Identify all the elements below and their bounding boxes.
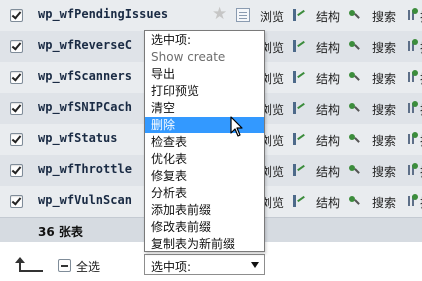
search-icon[interactable] <box>348 39 361 52</box>
browse-link[interactable]: 浏览 <box>260 8 284 25</box>
browse-icon[interactable] <box>236 8 250 22</box>
dropdown-option[interactable]: 修复表 <box>145 168 264 184</box>
search-link[interactable]: 搜索 <box>372 70 396 87</box>
structure-link[interactable]: 结构 <box>316 101 340 118</box>
insert-icon[interactable] <box>406 194 418 207</box>
structure-link[interactable]: 结构 <box>316 132 340 149</box>
row-checkbox[interactable] <box>10 164 23 177</box>
structure-link[interactable]: 结构 <box>316 8 340 25</box>
dropdown-option[interactable]: 清空 <box>145 100 264 116</box>
search-icon[interactable] <box>348 70 361 83</box>
structure-icon[interactable] <box>292 132 305 145</box>
structure-link[interactable]: 结构 <box>316 39 340 56</box>
structure-icon[interactable] <box>292 163 305 176</box>
insert-icon[interactable] <box>406 163 418 176</box>
search-link[interactable]: 搜索 <box>372 163 396 180</box>
search-icon[interactable] <box>348 101 361 114</box>
search-link[interactable]: 搜索 <box>372 8 396 25</box>
search-icon[interactable] <box>348 8 361 21</box>
select-all-checkbox[interactable] <box>58 259 71 272</box>
search-link[interactable]: 搜索 <box>372 101 396 118</box>
mouse-cursor-icon <box>230 116 243 137</box>
structure-link[interactable]: 结构 <box>316 194 340 211</box>
search-icon[interactable] <box>348 194 361 207</box>
dropdown-option[interactable]: 修改表前缀 <box>145 219 264 235</box>
search-link[interactable]: 搜索 <box>372 39 396 56</box>
row-checkbox[interactable] <box>10 195 23 208</box>
table-count: 36 张表 <box>38 225 83 239</box>
structure-icon[interactable] <box>292 39 305 52</box>
dropdown-option[interactable]: 导出 <box>145 66 264 82</box>
dropdown-option[interactable]: 选中项: <box>145 32 264 48</box>
structure-link[interactable]: 结构 <box>316 163 340 180</box>
row-checkbox[interactable] <box>10 71 23 84</box>
structure-icon[interactable] <box>292 101 305 114</box>
dropdown-option[interactable]: 添加表前缀 <box>145 202 264 218</box>
insert-icon[interactable] <box>406 39 418 52</box>
search-link[interactable]: 搜索 <box>372 132 396 149</box>
dropdown-option[interactable]: 检查表 <box>145 134 264 150</box>
row-actions: ★ 浏览 结构 搜索 插 <box>212 0 422 31</box>
search-icon[interactable] <box>348 132 361 145</box>
dropdown-option-selected[interactable]: 删除 <box>145 117 264 133</box>
arrow-up-icon <box>15 257 43 273</box>
dropdown-option[interactable]: 优化表 <box>145 151 264 167</box>
star-icon[interactable]: ★ <box>212 6 227 23</box>
dropdown-option[interactable]: 复制表为新前缀 <box>145 236 264 252</box>
insert-icon[interactable] <box>406 8 418 21</box>
row-checkbox[interactable] <box>10 133 23 146</box>
bulk-action-dropdown: 选中项: Show create 导出 打印预览 清空 删除 检查表 优化表 修… <box>144 30 265 252</box>
row-checkbox[interactable] <box>10 40 23 53</box>
search-link[interactable]: 搜索 <box>372 194 396 211</box>
row-checkbox[interactable] <box>10 102 23 115</box>
table-name[interactable]: wp_wfPendingIssues <box>38 7 206 21</box>
bulk-action-value: 选中项: <box>151 260 192 274</box>
chevron-down-icon <box>251 262 259 268</box>
table-row: wp_wfPendingIssues ★ 浏览 结构 搜索 插 <box>0 0 422 32</box>
structure-link[interactable]: 结构 <box>316 70 340 87</box>
insert-icon[interactable] <box>406 132 418 145</box>
search-icon[interactable] <box>348 163 361 176</box>
row-checkbox[interactable] <box>10 9 23 22</box>
structure-icon[interactable] <box>292 194 305 207</box>
structure-icon[interactable] <box>292 70 305 83</box>
dropdown-option: Show create <box>151 50 226 64</box>
select-all-label[interactable]: 全选 <box>76 258 100 275</box>
bulk-action-select[interactable]: 选中项: <box>144 254 265 275</box>
structure-icon[interactable] <box>292 8 305 21</box>
insert-icon[interactable] <box>406 101 418 114</box>
dropdown-option[interactable]: 分析表 <box>145 185 264 201</box>
insert-icon[interactable] <box>406 70 418 83</box>
dropdown-option[interactable]: 打印预览 <box>145 83 264 99</box>
